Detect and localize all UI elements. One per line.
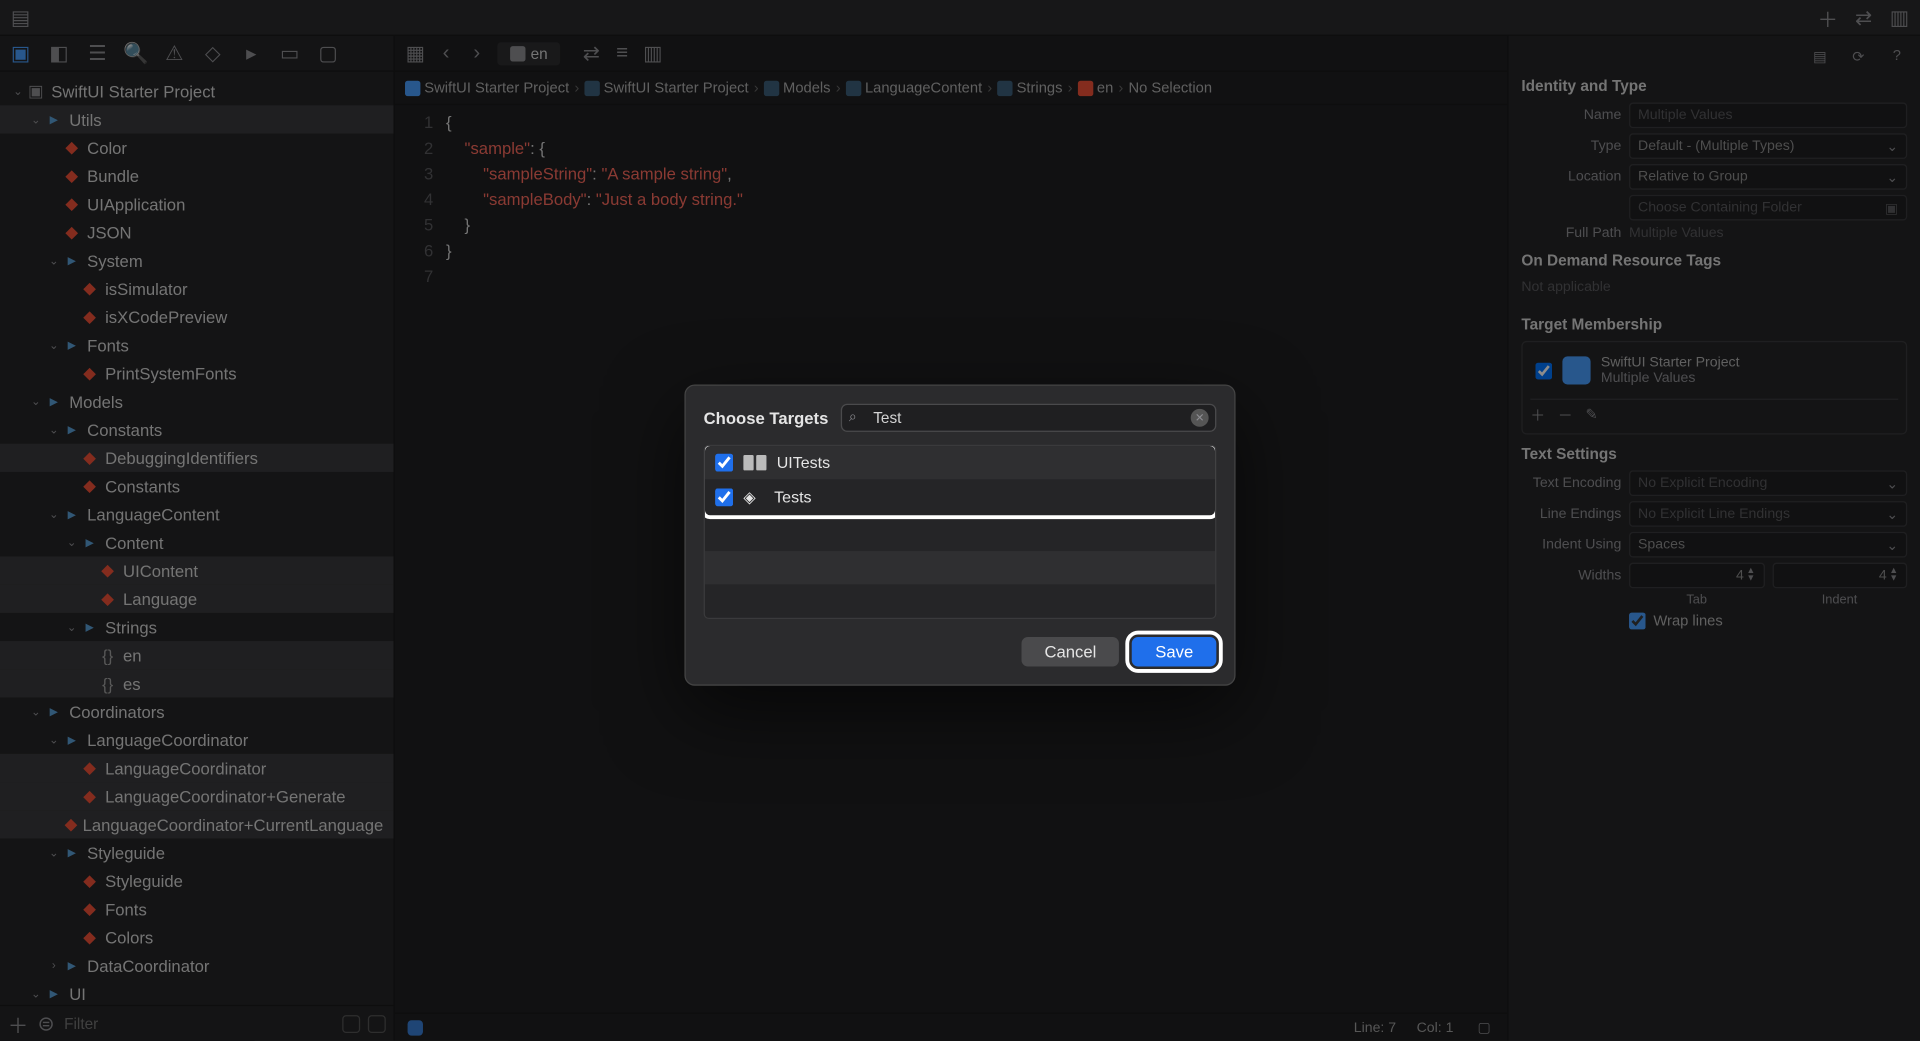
target-label: Tests	[774, 488, 811, 506]
list-row	[705, 518, 1215, 551]
ui-test-icon	[743, 455, 766, 470]
list-row	[705, 584, 1215, 617]
unit-test-icon: ◈	[743, 487, 764, 508]
choose-targets-modal: Choose Targets ⌕ ✕ UITests◈Tests Cancel …	[684, 385, 1235, 686]
targets-list: UITests ◈ Tests	[704, 445, 1217, 619]
target-row[interactable]: UITests	[705, 446, 1215, 479]
save-button[interactable]: Save	[1132, 637, 1216, 666]
list-row	[705, 551, 1215, 584]
target-row[interactable]: ◈ Tests	[705, 479, 1215, 515]
target-checkbox[interactable]	[715, 488, 733, 506]
target-label: UITests	[777, 454, 830, 472]
clear-search-icon[interactable]: ✕	[1191, 409, 1209, 427]
search-icon: ⌕	[849, 410, 857, 427]
modal-title: Choose Targets	[704, 408, 829, 427]
modal-overlay: Choose Targets ⌕ ✕ UITests◈Tests Cancel …	[0, 0, 1920, 1041]
target-search-input[interactable]	[841, 404, 1216, 432]
cancel-button[interactable]: Cancel	[1021, 637, 1119, 666]
target-checkbox[interactable]	[715, 454, 733, 472]
